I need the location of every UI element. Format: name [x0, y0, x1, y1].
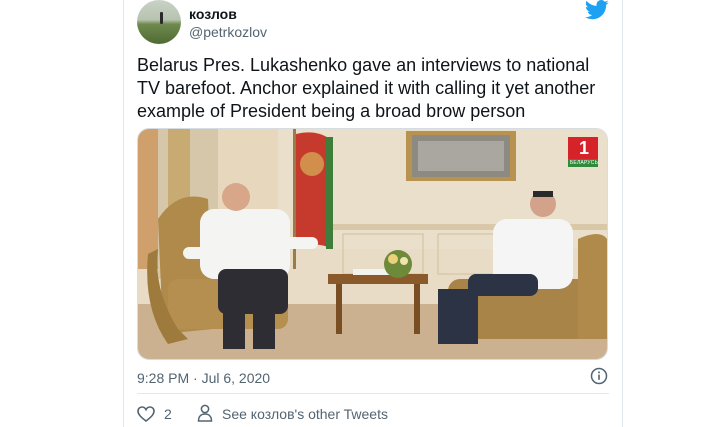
heart-icon[interactable] [137, 405, 155, 423]
avatar-figure [160, 12, 163, 24]
channel-badge-number: 1 [578, 138, 589, 158]
channel-badge-label: БЕЛАРУСЬ [569, 160, 599, 166]
avatar[interactable] [137, 0, 181, 44]
info-icon[interactable] [590, 367, 608, 385]
tweet-card: козлов @petrkozlov Belarus Pres. Lukashe… [123, 0, 623, 427]
like-count: 2 [164, 406, 172, 422]
person-icon[interactable] [197, 404, 213, 422]
tweet-timestamp[interactable]: 9:28 PM · Jul 6, 2020 [137, 370, 270, 386]
divider [137, 393, 609, 394]
tweet-text: Belarus Pres. Lukashenko gave an intervi… [137, 55, 596, 121]
tweet-video[interactable]: 1 БЕЛАРУСЬ [137, 128, 608, 360]
user-handle[interactable]: @petrkozlov [189, 24, 267, 40]
see-other-tweets-link[interactable]: See козлов's other Tweets [222, 406, 388, 422]
video-frame [138, 129, 607, 359]
display-name[interactable]: козлов [189, 6, 237, 22]
twitter-bird-icon[interactable] [585, 0, 609, 20]
